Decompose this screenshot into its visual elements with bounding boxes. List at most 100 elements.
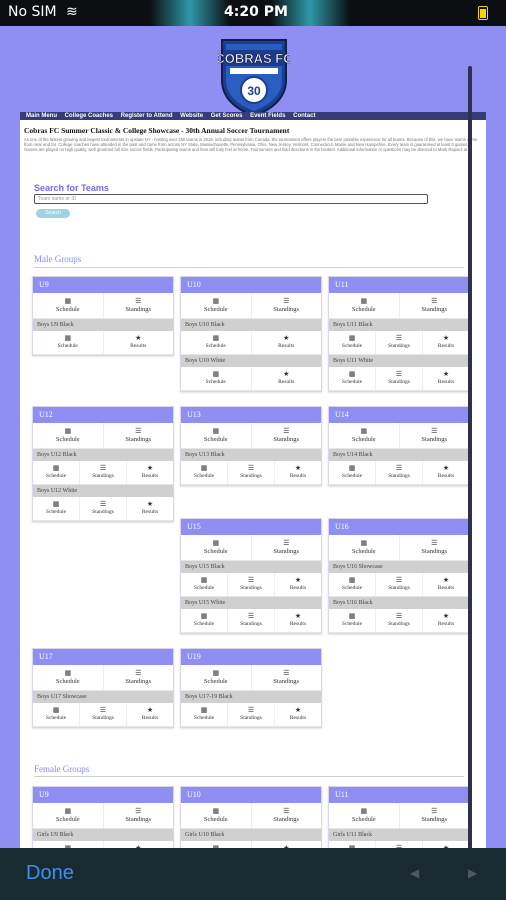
team-schedule-link[interactable]: ▦Schedule (33, 497, 80, 520)
team-standings-link[interactable]: ☰Standings (376, 461, 423, 484)
team-results-link[interactable]: ★Results (423, 573, 469, 596)
team-results-link[interactable]: ★Results (127, 497, 173, 520)
group-standings-link[interactable]: ☰ Standings (252, 803, 322, 828)
group-schedule-link[interactable]: ▦ Schedule (181, 423, 252, 448)
team-standings-link[interactable]: ☰Standings (376, 331, 423, 354)
team-standings-link[interactable]: ☰Standings (376, 367, 423, 390)
team-results-link[interactable]: ★Results (423, 609, 469, 632)
team-results-link[interactable]: ★Results (423, 461, 469, 484)
nav-main-menu[interactable]: Main Menu (26, 112, 57, 120)
group-standings-link[interactable]: ☰ Standings (252, 665, 322, 690)
group-standings-link[interactable]: ☰ Standings (104, 293, 174, 318)
team-standings-link[interactable]: ☰Standings (80, 703, 127, 726)
team-schedule-link[interactable]: ▦Schedule (329, 367, 376, 390)
nav-website[interactable]: Website (180, 112, 203, 120)
group-standings-link[interactable]: ☰ Standings (252, 293, 322, 318)
team-results-link[interactable]: ★Results (275, 703, 321, 726)
calendar-icon: ▦ (348, 464, 356, 472)
group-standings-link[interactable]: ☰ Standings (400, 423, 470, 448)
team-standings-link[interactable]: ☰Standings (228, 573, 275, 596)
group-standings-link[interactable]: ☰ Standings (400, 293, 470, 318)
group-links: ▦ Schedule ☰ Standings (33, 803, 173, 829)
team-schedule-link[interactable]: ▦Schedule (181, 841, 252, 848)
team-standings-link[interactable]: ☰Standings (228, 703, 275, 726)
nav-register[interactable]: Register to Attend (121, 112, 173, 120)
group-standings-link[interactable]: ☰ Standings (104, 423, 174, 448)
forward-icon[interactable]: ▶ (468, 866, 477, 880)
search-input[interactable]: Team name or ID (34, 194, 428, 204)
done-button[interactable]: Done (26, 862, 74, 885)
group-links: ▦ Schedule ☰ Standings (181, 423, 321, 449)
list-icon: ☰ (247, 612, 255, 620)
group-schedule-link[interactable]: ▦ Schedule (33, 293, 104, 318)
group-schedule-link[interactable]: ▦ Schedule (181, 665, 252, 690)
team-results-link[interactable]: ★Results (127, 461, 173, 484)
team-results-link[interactable]: ★Results (252, 331, 322, 354)
team-results-link[interactable]: ★Results (275, 573, 321, 596)
team-schedule-link[interactable]: ▦Schedule (33, 461, 80, 484)
group-standings-link[interactable]: ☰ Standings (252, 423, 322, 448)
team-schedule-link[interactable]: ▦Schedule (33, 331, 104, 354)
group-standings-link[interactable]: ☰ Standings (104, 665, 174, 690)
group-schedule-link[interactable]: ▦ Schedule (33, 423, 104, 448)
group-schedule-link[interactable]: ▦ Schedule (33, 665, 104, 690)
group-standings-link[interactable]: ☰ Standings (400, 803, 470, 828)
group-standings-link[interactable]: ☰ Standings (104, 803, 174, 828)
team-results-link[interactable]: ★Results (252, 841, 322, 848)
group-schedule-link[interactable]: ▦ Schedule (181, 535, 252, 560)
team-schedule-link[interactable]: ▦Schedule (33, 703, 80, 726)
group-standings-link[interactable]: ☰ Standings (400, 535, 470, 560)
team-schedule-link[interactable]: ▦Schedule (329, 841, 376, 848)
team-schedule-link[interactable]: ▦Schedule (329, 461, 376, 484)
team-results-link[interactable]: ★Results (423, 367, 469, 390)
group-card-u14: U14 ▦ Schedule ☰ Standings Boys U14 Black ▦ Sch… (328, 406, 470, 486)
team-schedule-link[interactable]: ▦Schedule (181, 367, 252, 390)
team-results-link[interactable]: ★Results (423, 331, 469, 354)
list-icon: ☰ (431, 297, 438, 305)
team-results-link[interactable]: ★Results (104, 841, 174, 848)
team-standings-link[interactable]: ☰Standings (376, 841, 423, 848)
back-icon[interactable]: ◀ (410, 866, 419, 880)
team-results-link[interactable]: ★Results (104, 331, 174, 354)
team-results-link[interactable]: ★Results (275, 461, 321, 484)
group-links: ▦ Schedule ☰ Standings (329, 535, 469, 561)
team-schedule-link[interactable]: ▦Schedule (329, 331, 376, 354)
team-schedule-link[interactable]: ▦Schedule (181, 461, 228, 484)
team-schedule-link[interactable]: ▦Schedule (329, 609, 376, 632)
team-standings-link[interactable]: ☰Standings (80, 461, 127, 484)
group-schedule-link[interactable]: ▦ Schedule (329, 293, 400, 318)
team-schedule-link[interactable]: ▦Schedule (329, 573, 376, 596)
team-schedule-link[interactable]: ▦Schedule (181, 609, 228, 632)
scrollbar[interactable] (468, 66, 472, 848)
team-schedule-link[interactable]: ▦Schedule (181, 703, 228, 726)
team-standings-link[interactable]: ☰Standings (376, 573, 423, 596)
group-schedule-link[interactable]: ▦ Schedule (181, 293, 252, 318)
team-standings-link[interactable]: ☰Standings (376, 609, 423, 632)
team-standings-link[interactable]: ☰Standings (228, 609, 275, 632)
group-schedule-link[interactable]: ▦ Schedule (181, 803, 252, 828)
search-button[interactable]: Search (36, 209, 70, 218)
group-schedule-link[interactable]: ▦ Schedule (329, 535, 400, 560)
nav-contact[interactable]: Contact (293, 112, 315, 120)
nav-college-coaches[interactable]: College Coaches (65, 112, 113, 120)
cobras-fc-logo[interactable]: COBRAS FC 30 (218, 36, 290, 118)
list-icon: ☰ (135, 427, 142, 435)
team-schedule-link[interactable]: ▦Schedule (33, 841, 104, 848)
nav-get-scores[interactable]: Get Scores (211, 112, 243, 120)
group-schedule-link[interactable]: ▦ Schedule (329, 803, 400, 828)
team-schedule-link[interactable]: ▦Schedule (181, 331, 252, 354)
nav-event-fields[interactable]: Event Fields (250, 112, 285, 120)
team-name: Boys U17 Showcase (33, 691, 173, 703)
group-card-u19: U19 ▦ Schedule ☰ Standings Boys U17-19 Black ▦… (180, 648, 322, 728)
team-results-link[interactable]: ★Results (275, 609, 321, 632)
group-standings-link[interactable]: ☰ Standings (252, 535, 322, 560)
team-schedule-link[interactable]: ▦Schedule (181, 573, 228, 596)
group-schedule-link[interactable]: ▦ Schedule (329, 423, 400, 448)
team-results-link[interactable]: ★Results (423, 841, 469, 848)
team-standings-link[interactable]: ☰Standings (80, 497, 127, 520)
search-title: Search for Teams (34, 183, 109, 193)
group-schedule-link[interactable]: ▦ Schedule (33, 803, 104, 828)
team-standings-link[interactable]: ☰Standings (228, 461, 275, 484)
team-results-link[interactable]: ★Results (252, 367, 322, 390)
team-results-link[interactable]: ★Results (127, 703, 173, 726)
